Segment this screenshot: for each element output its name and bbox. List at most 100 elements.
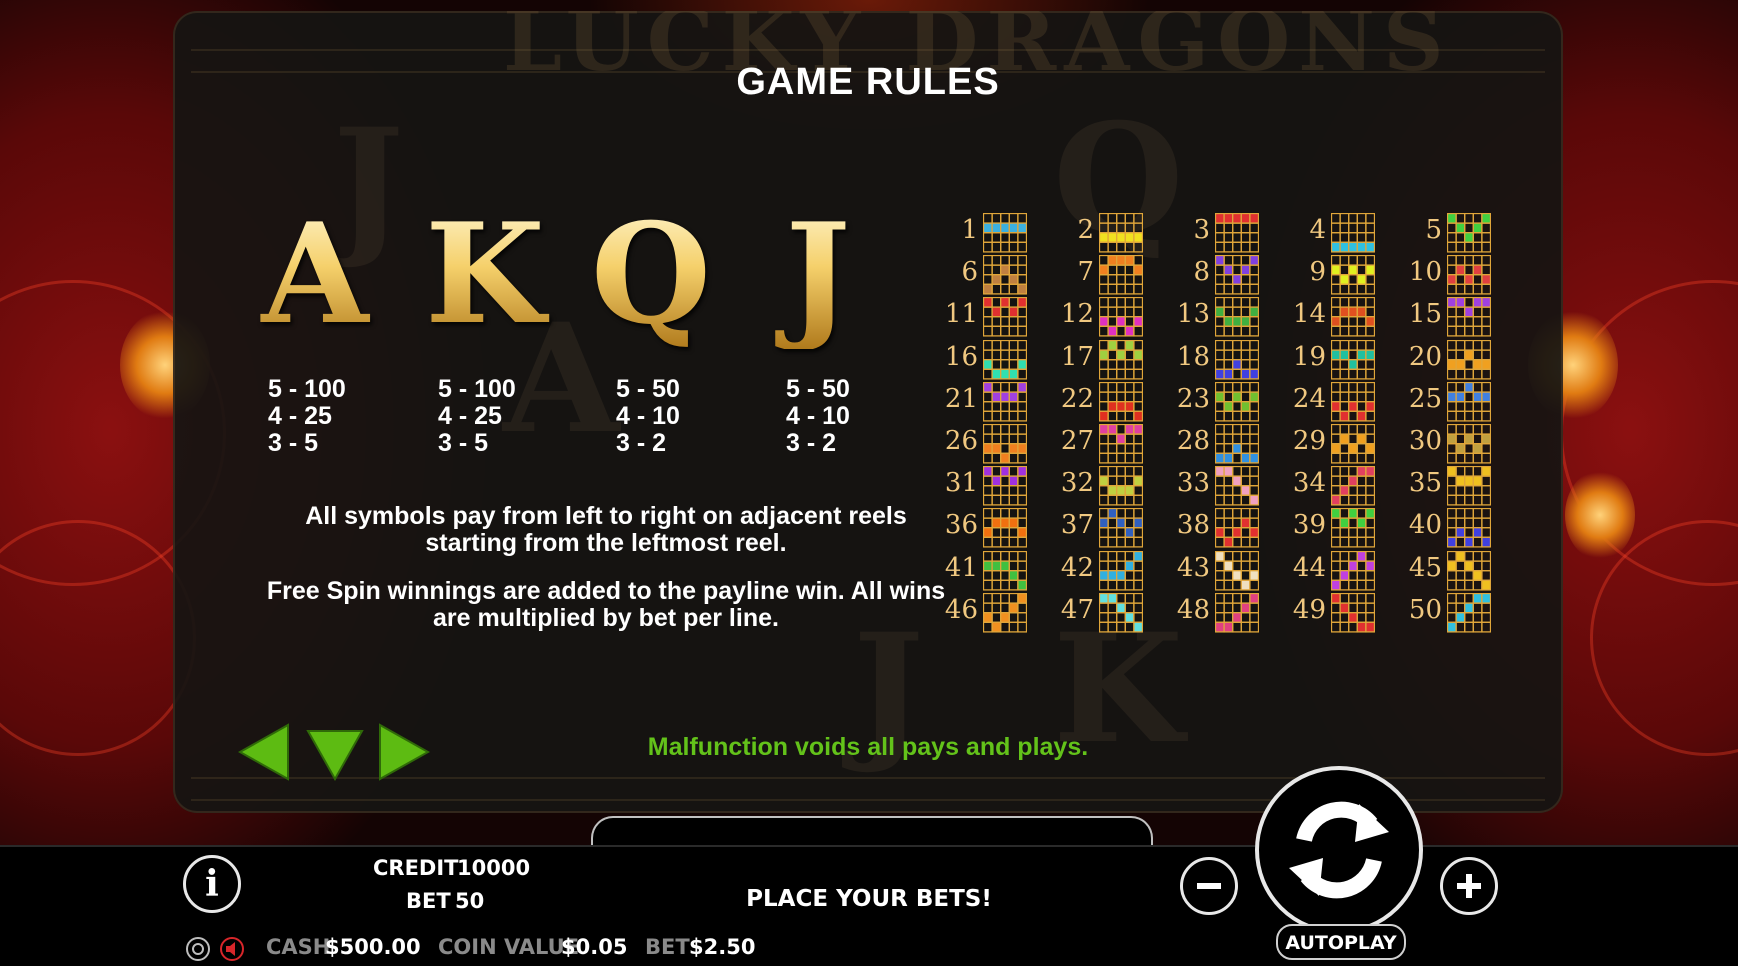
payline-cell — [1365, 222, 1375, 234]
speaker-icon[interactable] — [218, 935, 246, 963]
payline-cell — [1215, 592, 1225, 604]
symbol-q: Q — [576, 199, 726, 349]
payline-cell — [1348, 537, 1358, 548]
payline-cell — [1232, 232, 1242, 243]
payline-cell — [1107, 424, 1118, 435]
payline-cell — [1464, 550, 1474, 562]
payline-cell — [1472, 611, 1483, 623]
payline-cell — [1223, 391, 1234, 403]
payline-cell — [1365, 316, 1375, 328]
payline-cell — [1133, 537, 1143, 548]
payline-cell — [1339, 368, 1350, 380]
symbol-k: K — [410, 199, 560, 349]
payline-cell — [1339, 452, 1350, 464]
payline-cell — [1249, 368, 1259, 380]
gear-icon[interactable] — [184, 935, 212, 963]
payline-cell — [1215, 381, 1225, 393]
payline-cell — [1133, 560, 1143, 571]
payline-cell — [1017, 602, 1027, 614]
spin-button[interactable] — [1255, 766, 1423, 934]
payline-cell — [1124, 537, 1135, 548]
payline-cell — [1116, 452, 1126, 464]
payline-cell — [1447, 410, 1457, 422]
payline-cell — [1116, 283, 1126, 295]
payline-cell — [1116, 611, 1126, 623]
payline-pattern — [983, 424, 1027, 464]
payline-29: 29 — [1274, 422, 1390, 464]
payline-number: 18 — [1176, 341, 1210, 372]
payline-cell — [1455, 494, 1466, 506]
payline-cell — [1464, 424, 1474, 435]
payline-cell — [1124, 517, 1135, 529]
payline-cell — [1008, 611, 1019, 623]
payline-cell — [1464, 349, 1474, 360]
bet-increase-button[interactable] — [1440, 857, 1498, 915]
autoplay-button[interactable]: AUTOPLAY — [1276, 924, 1406, 960]
payline-cell — [1249, 611, 1259, 623]
payline-cell — [1000, 255, 1010, 266]
payline-pattern — [1447, 550, 1491, 591]
payline-cell — [1481, 508, 1491, 520]
payline-cell — [1365, 550, 1375, 562]
payline-cell — [1000, 232, 1010, 243]
payline-pattern — [1447, 339, 1491, 380]
payline-cell — [1348, 443, 1358, 454]
payline-cell — [1339, 517, 1350, 529]
payline-number: 34 — [1292, 468, 1326, 499]
payline-cell — [1116, 569, 1126, 581]
payline-cell — [991, 452, 1002, 464]
payline-cell — [1464, 391, 1474, 403]
payline-cell — [1447, 475, 1457, 487]
payline-number: 48 — [1176, 594, 1210, 625]
payline-cell — [1447, 569, 1457, 581]
payline-number: 44 — [1292, 552, 1326, 583]
payline-cell — [1215, 424, 1225, 435]
payline-cell — [1339, 579, 1350, 591]
payline-cell — [1232, 550, 1242, 562]
payline-cell — [1481, 297, 1491, 309]
payline-cell — [1472, 494, 1483, 506]
payline-cell — [1017, 494, 1027, 506]
payline-cell — [1000, 452, 1010, 464]
payline-cell — [1232, 306, 1242, 318]
payline-cell — [1000, 443, 1010, 454]
payline-cell — [1365, 339, 1375, 351]
payline-cell — [1472, 517, 1483, 529]
payline-cell — [1339, 232, 1350, 243]
payline-number: 26 — [944, 426, 978, 456]
payline-5: 5 — [1390, 211, 1506, 253]
payline-number: 47 — [1060, 594, 1094, 625]
payline-cell — [1107, 241, 1118, 253]
payline-cell — [1249, 485, 1259, 497]
payline-number: 24 — [1292, 383, 1326, 414]
payline-cell — [1215, 485, 1225, 497]
payline-cell — [1331, 316, 1341, 328]
payline-cell — [1223, 381, 1234, 393]
bet-decrease-button[interactable] — [1180, 857, 1238, 915]
payline-cell — [1133, 527, 1143, 539]
payline-cell — [1232, 400, 1242, 412]
payline-cell — [983, 410, 993, 422]
payline-cell — [1331, 339, 1341, 351]
payline-cell — [1124, 391, 1135, 403]
payline-25: 25 — [1390, 380, 1506, 422]
dragon-glow — [1565, 470, 1635, 560]
payline-cell — [1365, 485, 1375, 497]
payline-cell — [1116, 466, 1126, 477]
payline-cell — [1099, 255, 1109, 266]
payline-number: 14 — [1292, 299, 1326, 330]
payline-cell — [1348, 485, 1358, 497]
payline-cell — [1215, 316, 1225, 328]
payline-cell — [983, 391, 993, 403]
payline-cell — [1017, 326, 1027, 337]
payline-cell — [1107, 443, 1118, 454]
payline-cell — [1099, 222, 1109, 234]
payline-cell — [1133, 494, 1143, 506]
payline-cell — [1000, 222, 1010, 234]
credit-label: CREDIT — [373, 856, 459, 880]
payline-cell — [1240, 550, 1251, 562]
payline-cell — [1331, 550, 1341, 562]
payline-cell — [1365, 452, 1375, 464]
payline-cell — [1099, 527, 1109, 539]
payline-pattern — [1215, 297, 1259, 337]
